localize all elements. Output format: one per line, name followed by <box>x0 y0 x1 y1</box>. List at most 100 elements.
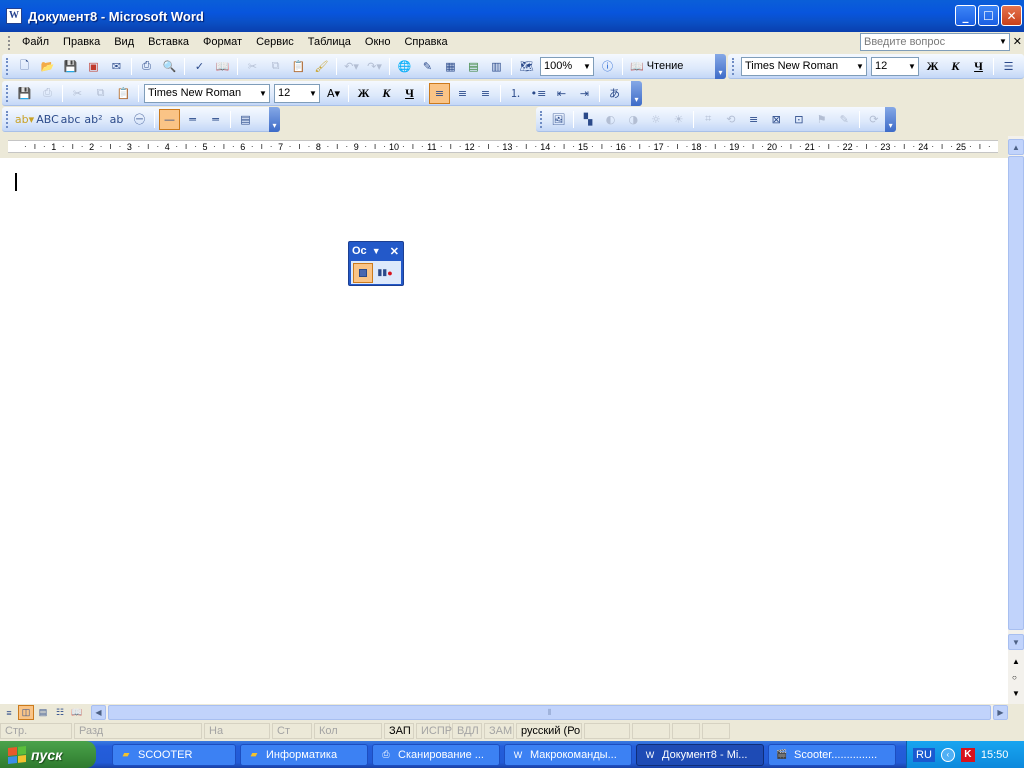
paste-icon[interactable]: 📋 <box>288 56 309 77</box>
previous-page-icon[interactable]: ▲ <box>1012 654 1020 670</box>
save-icon[interactable]: 💾 <box>14 83 35 104</box>
print-icon[interactable]: ⎙ <box>37 83 58 104</box>
scroll-thumb[interactable]: ⦀ <box>108 705 991 720</box>
character-scale-icon[interactable]: ABC <box>36 109 59 130</box>
document-map-icon[interactable]: 🗺 <box>516 56 537 77</box>
cut-icon[interactable]: ✂ <box>242 56 263 77</box>
status-overtype[interactable]: ЗАМ <box>484 723 514 739</box>
menu-format[interactable]: Формат <box>196 32 249 53</box>
asian-layout-icon[interactable]: あ <box>604 83 625 104</box>
paste-icon[interactable]: 📋 <box>113 83 134 104</box>
menu-view[interactable]: Вид <box>107 32 141 53</box>
italic-button[interactable]: К <box>376 83 397 104</box>
highlight-icon[interactable]: ab▾ <box>14 109 35 130</box>
font-size-combo[interactable]: 12 ▼ <box>871 56 919 76</box>
menu-tools[interactable]: Сервис <box>249 32 301 53</box>
minimize-button[interactable]: _ <box>955 5 976 26</box>
toolbar-options-icon[interactable]: ▾ <box>715 53 726 79</box>
more-brightness-icon[interactable]: ☼ <box>646 109 667 130</box>
reading-layout-view-icon[interactable]: 📖 <box>69 705 85 720</box>
line-double-icon[interactable]: ═ <box>182 109 203 130</box>
scroll-thumb[interactable] <box>1008 156 1024 630</box>
scroll-up-icon[interactable]: ▲ <box>1008 139 1024 155</box>
decrease-indent-icon[interactable]: ⇤ <box>551 83 572 104</box>
toolbar-grip[interactable] <box>540 110 544 128</box>
undo-icon[interactable]: ↶▾ <box>341 56 362 77</box>
distributed-icon[interactable]: ▤ <box>235 109 256 130</box>
menu-insert[interactable]: Вставка <box>141 32 196 53</box>
toolbar-options-icon[interactable]: ▾ <box>631 80 642 106</box>
underline-button[interactable]: Ч <box>399 83 420 104</box>
pause-recording-icon[interactable]: ▮▮ ● <box>375 263 395 283</box>
menu-file[interactable]: Файл <box>15 32 56 53</box>
align-left-icon[interactable]: ≡ <box>429 82 450 104</box>
menu-edit[interactable]: Правка <box>56 32 107 53</box>
permission-icon[interactable]: ▣ <box>83 56 104 77</box>
taskbar-item-informatika[interactable]: ▰ Информатика <box>240 743 368 766</box>
toolbar-grip[interactable] <box>6 110 10 128</box>
stop-recording-toolbar[interactable]: Ос ▼ ✕ ▮▮ ● <box>348 241 404 286</box>
language-indicator[interactable]: RU <box>913 747 935 762</box>
select-browse-object-icon[interactable]: ○ <box>1012 670 1020 686</box>
scroll-down-icon[interactable]: ▼ <box>1008 634 1024 650</box>
word-app-icon[interactable]: W <box>6 8 22 24</box>
menu-table[interactable]: Таблица <box>301 32 358 53</box>
clock[interactable]: 15:50 <box>981 749 1009 761</box>
insert-table-icon[interactable]: ▦ <box>440 56 461 77</box>
chevron-down-icon[interactable]: ▼ <box>257 85 269 102</box>
stop-recording-icon[interactable] <box>353 262 373 283</box>
menu-help[interactable]: Справка <box>397 32 454 53</box>
antivirus-icon[interactable]: K <box>960 747 975 762</box>
columns-icon[interactable]: ▥ <box>486 56 507 77</box>
taskbar-item-scanning[interactable]: ⎙ Сканирование ... <box>372 743 500 766</box>
research-icon[interactable]: 📖 <box>212 56 233 77</box>
hyperlink-icon[interactable]: 🌐 <box>394 56 415 77</box>
scroll-left-icon[interactable]: ◀ <box>91 705 106 720</box>
chevron-down-icon[interactable]: ▼ <box>997 34 1009 50</box>
outline-view-icon[interactable]: ☷ <box>52 705 68 720</box>
less-brightness-icon[interactable]: ☀ <box>668 109 689 130</box>
help-icon[interactable]: ⓘ <box>597 56 618 77</box>
toolbar-options-icon[interactable]: ▾ <box>269 106 280 132</box>
align-center-icon[interactable]: ≡ <box>452 83 473 104</box>
bullets-icon[interactable]: •≡ <box>528 83 549 104</box>
bold-button[interactable]: Ж <box>353 83 374 104</box>
numbering-icon[interactable]: ⒈ <box>505 83 526 104</box>
status-track-changes[interactable]: ИСПР <box>416 723 452 739</box>
chevron-down-icon[interactable]: ▼ <box>906 58 918 75</box>
show-hidden-icons-icon[interactable]: ‹ <box>940 747 955 762</box>
superscript-icon[interactable]: ab² <box>83 109 104 130</box>
redo-icon[interactable]: ↷▾ <box>364 56 385 77</box>
toolbar-grip[interactable] <box>732 57 736 75</box>
start-button[interactable]: пуск <box>0 741 96 768</box>
taskbar-item-macros[interactable]: W Макрокоманды... <box>504 743 632 766</box>
enclose-characters-icon[interactable]: ㊀ <box>129 109 150 130</box>
chevron-down-icon[interactable]: ▼ <box>581 58 593 75</box>
copy-icon[interactable]: ⧉ <box>265 56 286 77</box>
status-extend[interactable]: ВДЛ <box>452 723 482 739</box>
line-single-icon[interactable]: — <box>159 108 180 130</box>
email-icon[interactable]: ✉ <box>106 56 127 77</box>
taskbar-item-scooter[interactable]: ▰ SCOOTER <box>112 743 236 766</box>
toolbar-options-icon[interactable]: ▾ <box>885 106 896 132</box>
vertical-scrollbar[interactable]: ▲ ▼ ▲ ○ ▼ <box>1008 136 1024 704</box>
set-transparent-icon[interactable]: ✎ <box>834 109 855 130</box>
chevron-down-icon[interactable]: ▼ <box>307 85 319 102</box>
format-picture-icon[interactable]: ⚑ <box>811 109 832 130</box>
line-style-icon[interactable]: ≡ <box>743 109 764 130</box>
chevron-down-icon[interactable]: ▼ <box>372 246 381 256</box>
status-language[interactable]: русский (Ро <box>516 723 582 739</box>
taskbar-item-scooter-film[interactable]: 🎬 Scooter............... <box>768 743 896 766</box>
crop-icon[interactable]: ⌗ <box>698 109 719 130</box>
next-page-icon[interactable]: ▼ <box>1012 686 1020 702</box>
text-wrapping-icon[interactable]: ⊡ <box>789 109 810 130</box>
web-layout-view-icon[interactable]: ◫ <box>18 705 34 720</box>
read-button[interactable]: 📖 Чтение <box>626 60 687 73</box>
horizontal-scrollbar[interactable]: ◀ ⦀ ▶ <box>91 705 1008 720</box>
tables-borders-icon[interactable]: ✎ <box>417 56 438 77</box>
font-color-icon[interactable]: A▾ <box>323 83 344 104</box>
compress-pictures-icon[interactable]: ⊠ <box>766 109 787 130</box>
new-document-icon[interactable]: 🗋 <box>14 56 35 77</box>
print-preview-icon[interactable]: 🔍 <box>159 56 180 77</box>
floating-toolbar-titlebar[interactable]: Ос ▼ ✕ <box>349 242 403 260</box>
